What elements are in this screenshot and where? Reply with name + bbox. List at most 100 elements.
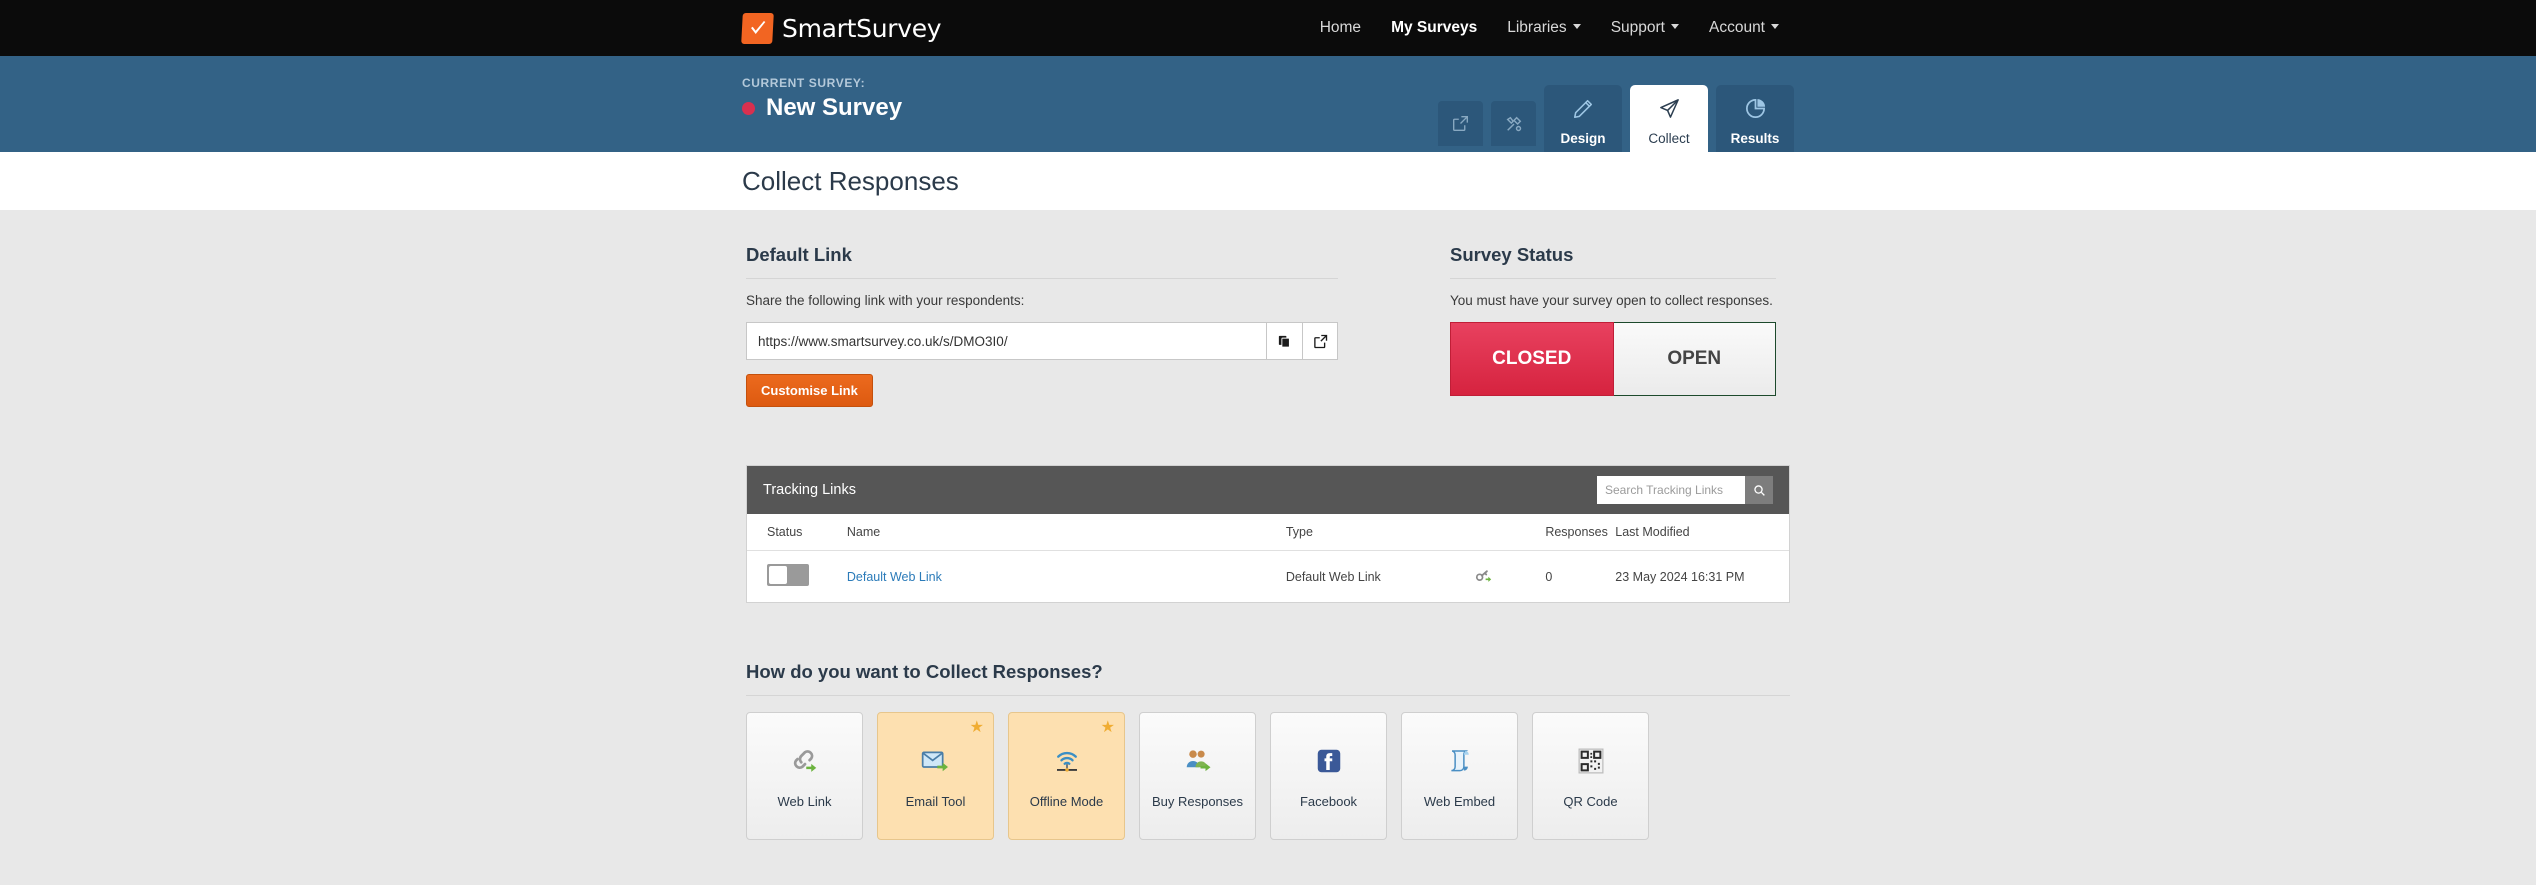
people-icon [1182, 744, 1214, 778]
tab-results[interactable]: Results [1716, 85, 1794, 152]
search-tracking-links-input[interactable] [1597, 476, 1745, 504]
current-survey-info: CURRENT SURVEY: New Survey [742, 76, 902, 122]
copy-icon [1278, 335, 1290, 348]
survey-tab-bar: Design Collect Results [1438, 56, 1794, 152]
collect-option-qr-code[interactable]: QR Code [1532, 712, 1649, 840]
collect-option-label: QR Code [1563, 793, 1618, 809]
default-link-input-group [746, 322, 1338, 360]
pie-chart-glyph [1745, 99, 1765, 118]
column-header-actions [1475, 514, 1546, 551]
link-status-toggle[interactable] [767, 564, 809, 586]
collect-option-label: Web Link [777, 793, 832, 809]
smartsurvey-checkmark-icon [741, 12, 774, 44]
column-header-last-modified: Last Modified [1615, 514, 1789, 551]
nav-item-support[interactable]: Support [1596, 0, 1694, 56]
collect-option-web-embed[interactable]: Web Embed [1401, 712, 1518, 840]
default-link-description: Share the following link with your respo… [746, 293, 1025, 308]
top-navigation-bar: SmartSurvey Home My Surveys Libraries Su… [0, 0, 2536, 56]
brand-name: SmartSurvey [782, 13, 942, 43]
table-row: Default Web Link Default Web Link 0 23 M… [747, 551, 1789, 603]
search-submit-button[interactable] [1745, 476, 1773, 504]
toggle-knob [769, 566, 787, 584]
nav-item-home[interactable]: Home [1305, 0, 1376, 56]
survey-link-input[interactable] [746, 322, 1266, 360]
current-survey-bar: CURRENT SURVEY: New Survey Design Collec… [0, 56, 2536, 152]
column-header-status: Status [747, 514, 847, 551]
copy-link-button[interactable] [1266, 322, 1302, 360]
cell-name: Default Web Link [847, 551, 1286, 603]
collect-options-heading: How do you want to Collect Responses? [746, 661, 1790, 696]
column-header-responses: Responses [1545, 514, 1616, 551]
cell-responses: 0 [1545, 569, 1553, 584]
chevron-down-icon [1771, 24, 1779, 29]
survey-title: New Survey [766, 94, 903, 121]
table-header-row: Status Name Type Responses Last Modified [747, 514, 1789, 551]
tracking-links-panel: Tracking Links Status Name Type [746, 465, 1790, 603]
page-title-band: Collect Responses [0, 152, 2536, 210]
tools-icon [1506, 116, 1521, 131]
collect-option-label: Web Embed [1423, 793, 1496, 809]
brand-logo[interactable]: SmartSurvey [741, 0, 942, 56]
tracking-links-title: Tracking Links [763, 482, 856, 498]
tab-collect-label: Collect [1648, 130, 1690, 146]
chain-link-icon [790, 744, 820, 778]
survey-status-description: You must have your survey open to collec… [1450, 293, 1773, 308]
collect-option-label: Email Tool [905, 793, 966, 809]
collect-options-section: How do you want to Collect Responses? We… [746, 661, 1790, 840]
external-link-icon [1313, 334, 1327, 348]
collect-option-email-tool[interactable]: ★ Email Tool [877, 712, 994, 840]
cell-last-modified: 23 May 2024 16:31 PM [1615, 569, 1745, 584]
main-content: Default Link Share the following link wi… [0, 210, 2536, 885]
featured-star-icon: ★ [969, 719, 984, 736]
survey-status-toggle: CLOSED OPEN [1450, 322, 1776, 396]
scroll-icon [1444, 744, 1475, 778]
survey-status-section: Survey Status You must have your survey … [1450, 244, 1776, 407]
column-header-name: Name [846, 514, 1286, 551]
tracking-link-name-link[interactable]: Default Web Link [847, 570, 942, 584]
open-link-button[interactable] [1302, 322, 1338, 360]
cell-status [747, 551, 847, 603]
page-title: Collect Responses [742, 165, 959, 196]
status-closed-button[interactable]: CLOSED [1450, 322, 1614, 396]
nav-item-libraries[interactable]: Libraries [1492, 0, 1595, 56]
status-open-button[interactable]: OPEN [1613, 322, 1776, 396]
customise-link-button[interactable]: Customise Link [746, 374, 873, 407]
collect-option-web-link[interactable]: Web Link [746, 712, 863, 840]
qr-code-icon [1576, 744, 1606, 778]
collect-option-label: Buy Responses [1151, 793, 1244, 809]
nav-item-account[interactable]: Account [1694, 0, 1794, 56]
tab-results-label: Results [1730, 130, 1780, 146]
facebook-icon [1314, 744, 1344, 778]
nav-item-my-surveys[interactable]: My Surveys [1376, 0, 1492, 56]
cell-type: Default Web Link [1285, 569, 1381, 584]
collect-options-tiles: Web Link ★ Email Tool ★ Offline Mode Buy… [746, 712, 1790, 840]
search-icon [1753, 484, 1765, 496]
collect-option-facebook[interactable]: Facebook [1270, 712, 1387, 840]
key-add-icon[interactable] [1475, 569, 1492, 587]
tab-design-label: Design [1560, 130, 1606, 146]
wifi-offline-icon [1051, 744, 1083, 778]
current-survey-label: CURRENT SURVEY: [742, 76, 866, 90]
preview-survey-button[interactable] [1438, 101, 1483, 146]
tracking-links-search-group [1597, 476, 1773, 504]
collect-option-label: Facebook [1299, 793, 1358, 809]
tab-design[interactable]: Design [1544, 85, 1622, 152]
survey-status-heading: Survey Status [1450, 244, 1776, 279]
tab-collect[interactable]: Collect [1630, 85, 1708, 152]
collect-option-label: Offline Mode [1029, 793, 1104, 809]
tracking-links-table: Status Name Type Responses Last Modified [747, 514, 1789, 602]
main-menu: Home My Surveys Libraries Support Accoun… [1305, 0, 1794, 56]
survey-status-dot [742, 101, 755, 115]
chevron-down-icon [1572, 24, 1581, 29]
column-header-type: Type [1285, 514, 1476, 551]
collect-option-offline-mode[interactable]: ★ Offline Mode [1008, 712, 1125, 840]
paper-plane-icon [1658, 92, 1681, 126]
pie-chart-icon [1744, 92, 1767, 126]
tracking-links-header: Tracking Links [747, 466, 1789, 514]
survey-tools-button[interactable] [1491, 101, 1536, 146]
collect-option-buy-responses[interactable]: Buy Responses [1139, 712, 1256, 840]
external-link-icon [1453, 116, 1468, 131]
pencil-icon [1572, 92, 1594, 126]
chevron-down-icon [1670, 24, 1679, 29]
envelope-icon [920, 744, 952, 778]
